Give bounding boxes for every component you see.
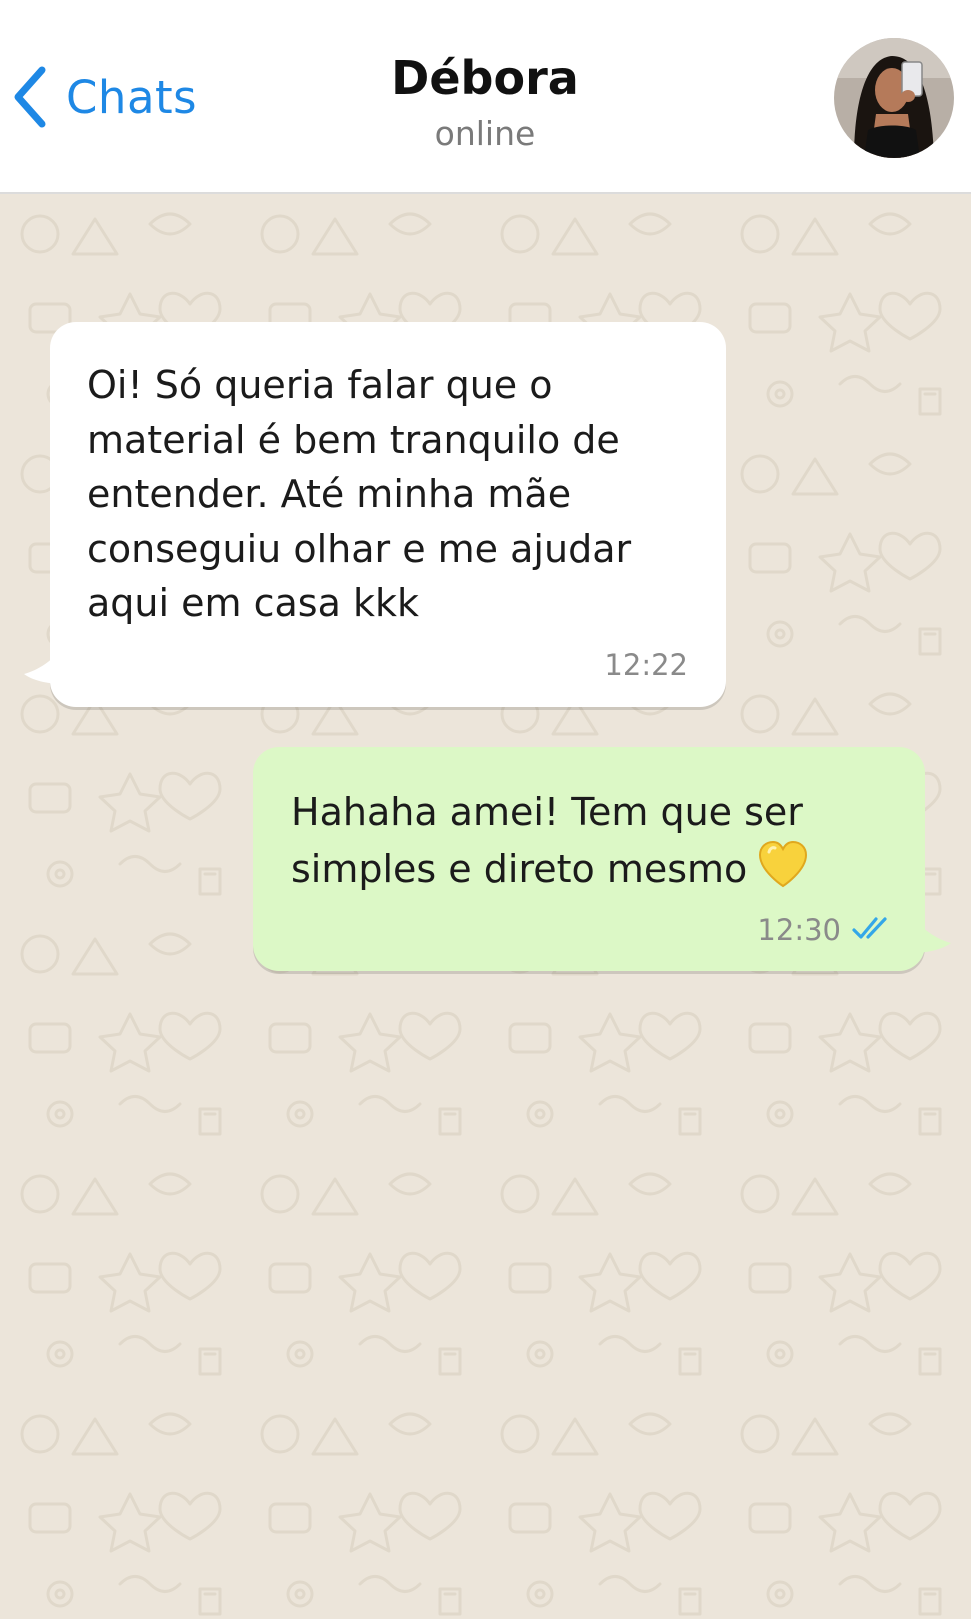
bubble-tail [911, 923, 951, 953]
contact-name: Débora [391, 51, 579, 105]
yellow-heart-icon [759, 840, 808, 887]
message-text: Oi! Só queria falar que o material é bem… [87, 363, 632, 625]
message-text: Hahaha amei! Tem que ser simples e diret… [291, 785, 911, 896]
outgoing-message-bubble[interactable]: Hahaha amei! Tem que ser simples e diret… [253, 747, 951, 971]
contact-info[interactable]: Débora online [285, 48, 685, 158]
chevron-left-icon [14, 66, 46, 128]
profile-photo [834, 38, 954, 158]
chat-screen: Chats Débora online Oi! Só queria falar … [0, 0, 971, 1619]
avatar[interactable] [834, 38, 954, 158]
contact-status: online [434, 114, 536, 153]
double-check-icon [852, 917, 887, 939]
incoming-message-bubble[interactable]: Oi! Só queria falar que o material é bem… [24, 322, 726, 707]
chat-header: Chats Débora online [0, 0, 971, 194]
message-time: 12:30 [757, 913, 841, 947]
back-label: Chats [66, 70, 198, 124]
back-button[interactable]: Chats [12, 62, 197, 132]
message-time: 12:22 [604, 648, 688, 682]
bubble-tail [24, 654, 64, 684]
message-text-content: Hahaha amei! Tem que ser simples e diret… [291, 790, 803, 891]
